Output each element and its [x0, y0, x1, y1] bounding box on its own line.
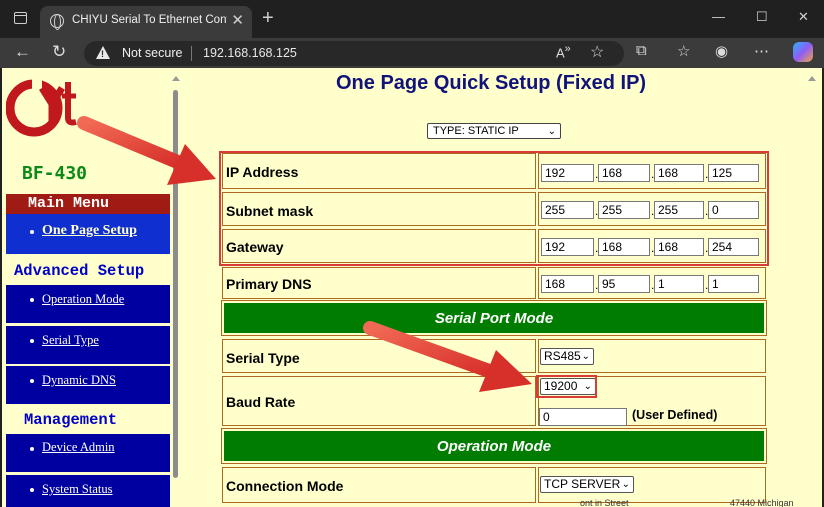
security-label[interactable]: Not secure	[122, 46, 182, 60]
minimize-icon[interactable]: —	[712, 9, 725, 24]
copilot-icon[interactable]	[793, 42, 813, 62]
url-text[interactable]: 192.168.168.125	[203, 46, 297, 60]
read-aloud-icon[interactable]: A»	[556, 43, 571, 60]
page-content: BF-430 Main Menu One Page Setup Advanced…	[2, 68, 822, 507]
browser-toolbar: ← ↻ ! Not secure 192.168.168.125 A» ☆ ⧉ …	[0, 38, 824, 68]
browser-tab-bar: CHIYU Serial To Ethernet Converte ✕ + — …	[0, 0, 824, 38]
close-icon[interactable]: ✕	[231, 11, 244, 29]
new-tab-icon[interactable]: +	[262, 7, 274, 30]
more-icon[interactable]: ⋯	[754, 42, 769, 60]
arrow-to-baud-rate	[363, 321, 532, 392]
browser-tab[interactable]: CHIYU Serial To Ethernet Converte ✕	[40, 6, 252, 38]
window-menu-icon[interactable]	[14, 12, 27, 24]
address-bar[interactable]: ! Not secure 192.168.168.125 A» ☆	[84, 41, 624, 66]
favorites-list-icon[interactable]: ☆	[677, 42, 690, 60]
globe-icon	[50, 14, 64, 30]
warning-icon[interactable]: !	[96, 46, 110, 59]
annotation-arrows	[77, 116, 532, 392]
window-close-icon[interactable]: ✕	[798, 9, 809, 25]
profile-icon[interactable]: ◉	[715, 42, 728, 60]
reload-icon[interactable]: ↻	[52, 42, 66, 62]
favorite-star-icon[interactable]: ☆	[590, 42, 604, 62]
tab-title: CHIYU Serial To Ethernet Converte	[72, 14, 227, 26]
back-icon[interactable]: ←	[14, 42, 31, 62]
arrow-to-ip-settings	[77, 116, 216, 185]
maximize-icon[interactable]: ☐	[756, 9, 768, 25]
extensions-icon[interactable]: ⧉	[636, 42, 647, 59]
address-divider	[191, 46, 192, 61]
